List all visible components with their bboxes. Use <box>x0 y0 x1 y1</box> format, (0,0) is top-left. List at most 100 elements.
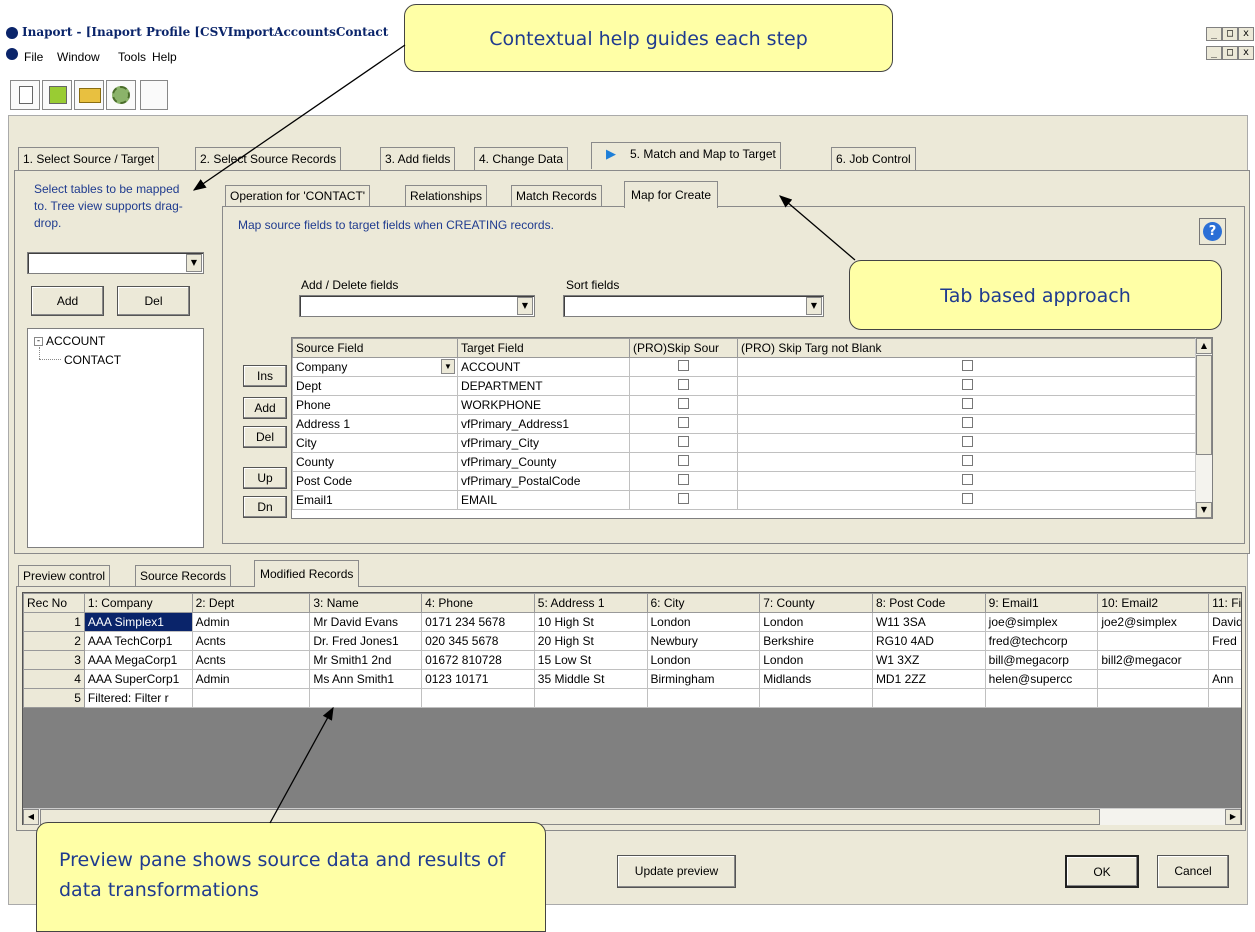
column-header[interactable]: 9: Email1 <box>984 593 1099 613</box>
source-field-cell[interactable]: Dept <box>292 376 458 396</box>
scroll-down-icon[interactable]: ▼ <box>1196 502 1212 518</box>
table-row[interactable]: 2 AAA TechCorp1 Acnts Dr. Fred Jones1 02… <box>23 631 1241 651</box>
table-cell[interactable]: 0123 10171 <box>421 669 535 689</box>
target-field-cell[interactable]: vfPrimary_Address1 <box>457 414 630 434</box>
table-cell[interactable]: 020 345 5678 <box>421 631 535 651</box>
skip-source-cell[interactable] <box>629 471 738 491</box>
table-cell[interactable]: Mr David Evans <box>309 612 423 632</box>
column-header[interactable]: 8: Post Code <box>871 593 986 613</box>
table-cell[interactable]: Berkshire <box>759 631 873 651</box>
source-field-cell[interactable]: Phone <box>292 395 458 415</box>
source-field-cell[interactable]: Post Code <box>292 471 458 491</box>
menu-window[interactable]: Window <box>57 50 100 64</box>
add-table-button[interactable]: Add <box>31 286 104 316</box>
preview-tab-control[interactable]: Preview control <box>18 565 111 587</box>
column-header[interactable]: (PRO)Skip Sour <box>629 338 738 358</box>
source-field-cell[interactable]: Company ▼ <box>292 357 458 377</box>
preview-tab-modified-records[interactable]: Modified Records <box>254 560 360 587</box>
row-number[interactable]: 3 <box>23 650 85 670</box>
row-number[interactable]: 2 <box>23 631 85 651</box>
table-row[interactable]: 3 AAA MegaCorp1 Acnts Mr Smith1 2nd 0167… <box>23 650 1241 670</box>
skip-source-cell[interactable] <box>629 433 738 453</box>
skip-target-cell[interactable] <box>737 471 1198 491</box>
table-cell[interactable]: London <box>646 650 761 670</box>
column-header[interactable]: 5: Address 1 <box>533 593 648 613</box>
skip-source-checkbox[interactable] <box>678 455 689 466</box>
table-cell[interactable]: London <box>646 612 761 632</box>
skip-source-checkbox[interactable] <box>678 417 689 428</box>
scroll-up-icon[interactable]: ▲ <box>1196 338 1212 354</box>
chevron-down-icon[interactable]: ▼ <box>806 297 822 315</box>
table-cell[interactable]: Fred <box>1208 631 1241 651</box>
subtab-relationships[interactable]: Relationships <box>405 185 488 207</box>
subtab-match-records[interactable]: Match Records <box>511 185 602 207</box>
cancel-button[interactable]: Cancel <box>1157 855 1229 888</box>
table-cell[interactable]: W1 3XZ <box>871 650 986 670</box>
skip-target-checkbox[interactable] <box>962 379 973 390</box>
column-header[interactable]: 7: County <box>759 593 873 613</box>
table-cell[interactable]: W11 3SA <box>871 612 986 632</box>
mapping-row[interactable]: Dept DEPARTMENT <box>292 376 1198 396</box>
mapping-row[interactable]: County vfPrimary_County <box>292 452 1198 472</box>
skip-source-cell[interactable] <box>629 395 738 415</box>
column-header[interactable]: Rec No <box>23 593 85 613</box>
column-header[interactable]: 4: Phone <box>421 593 535 613</box>
delete-field-button[interactable]: Del <box>243 426 287 448</box>
table-cell[interactable]: Acnts <box>191 631 311 651</box>
column-header[interactable]: 11: First <box>1208 593 1241 613</box>
table-cell[interactable]: 0171 234 5678 <box>421 612 535 632</box>
row-number[interactable]: 5 <box>23 688 85 708</box>
target-field-cell[interactable]: vfPrimary_City <box>457 433 630 453</box>
scroll-right-icon[interactable]: ▶ <box>1225 809 1241 825</box>
table-cell[interactable]: Midlands <box>759 669 873 689</box>
skip-target-cell[interactable] <box>737 357 1198 377</box>
table-cell[interactable] <box>646 688 761 708</box>
target-field-cell[interactable]: vfPrimary_PostalCode <box>457 471 630 491</box>
table-cell[interactable]: 10 High St <box>533 612 648 632</box>
column-header[interactable]: 3: Name <box>309 593 423 613</box>
toolbar-button-extra[interactable] <box>140 80 168 110</box>
table-row[interactable]: 1 AAA Simplex1 Admin Mr David Evans 0171… <box>23 612 1241 632</box>
add-field-button[interactable]: Add <box>243 397 287 419</box>
scroll-thumb[interactable] <box>1196 355 1212 455</box>
mapping-row[interactable]: Email1 EMAIL <box>292 490 1198 510</box>
chevron-down-icon[interactable]: ▼ <box>441 359 455 374</box>
table-cell[interactable] <box>1097 669 1210 689</box>
mapping-grid[interactable]: Source Field Target Field (PRO)Skip Sour… <box>291 337 1213 519</box>
table-cell[interactable] <box>1097 631 1210 651</box>
skip-target-cell[interactable] <box>737 395 1198 415</box>
source-field-cell[interactable]: County <box>292 452 458 472</box>
table-cell[interactable]: David <box>1208 612 1241 632</box>
chevron-down-icon[interactable]: ▼ <box>517 297 533 315</box>
skip-source-cell[interactable] <box>629 357 738 377</box>
table-cell-selected[interactable]: AAA Simplex1 <box>83 612 193 632</box>
update-preview-button[interactable]: Update preview <box>617 855 736 888</box>
tab-job-control[interactable]: 6. Job Control <box>831 147 916 171</box>
skip-source-checkbox[interactable] <box>678 493 689 504</box>
table-cell[interactable]: 35 Middle St <box>533 669 648 689</box>
table-cell[interactable]: Mr Smith1 2nd <box>309 650 423 670</box>
target-field-cell[interactable]: vfPrimary_County <box>457 452 630 472</box>
table-row[interactable]: 4 AAA SuperCorp1 Admin Ms Ann Smith1 012… <box>23 669 1241 689</box>
skip-target-checkbox[interactable] <box>962 417 973 428</box>
tab-add-fields[interactable]: 3. Add fields <box>380 147 456 171</box>
table-cell[interactable]: 15 Low St <box>533 650 648 670</box>
chevron-down-icon[interactable]: ▼ <box>186 254 202 272</box>
table-cell[interactable] <box>759 688 873 708</box>
run-job-button[interactable] <box>106 80 136 110</box>
child-minimize-button[interactable]: _ <box>1206 46 1222 60</box>
target-field-cell[interactable]: EMAIL <box>457 490 630 510</box>
new-profile-button[interactable] <box>10 80 40 110</box>
table-cell[interactable]: Ms Ann Smith1 <box>309 669 423 689</box>
table-cell[interactable]: AAA MegaCorp1 <box>83 650 193 670</box>
mapping-row[interactable]: Company ▼ ACCOUNT <box>292 357 1198 377</box>
tree-collapse-icon[interactable]: - <box>34 337 43 346</box>
tab-select-source-target[interactable]: 1. Select Source / Target <box>18 147 160 171</box>
target-field-cell[interactable]: WORKPHONE <box>457 395 630 415</box>
open-profile-button[interactable] <box>74 80 104 110</box>
mapping-row[interactable]: Address 1 vfPrimary_Address1 <box>292 414 1198 434</box>
scroll-left-icon[interactable]: ◀ <box>23 809 39 825</box>
skip-target-cell[interactable] <box>737 452 1198 472</box>
sort-fields-combo[interactable]: ▼ <box>563 295 824 317</box>
skip-target-cell[interactable] <box>737 376 1198 396</box>
